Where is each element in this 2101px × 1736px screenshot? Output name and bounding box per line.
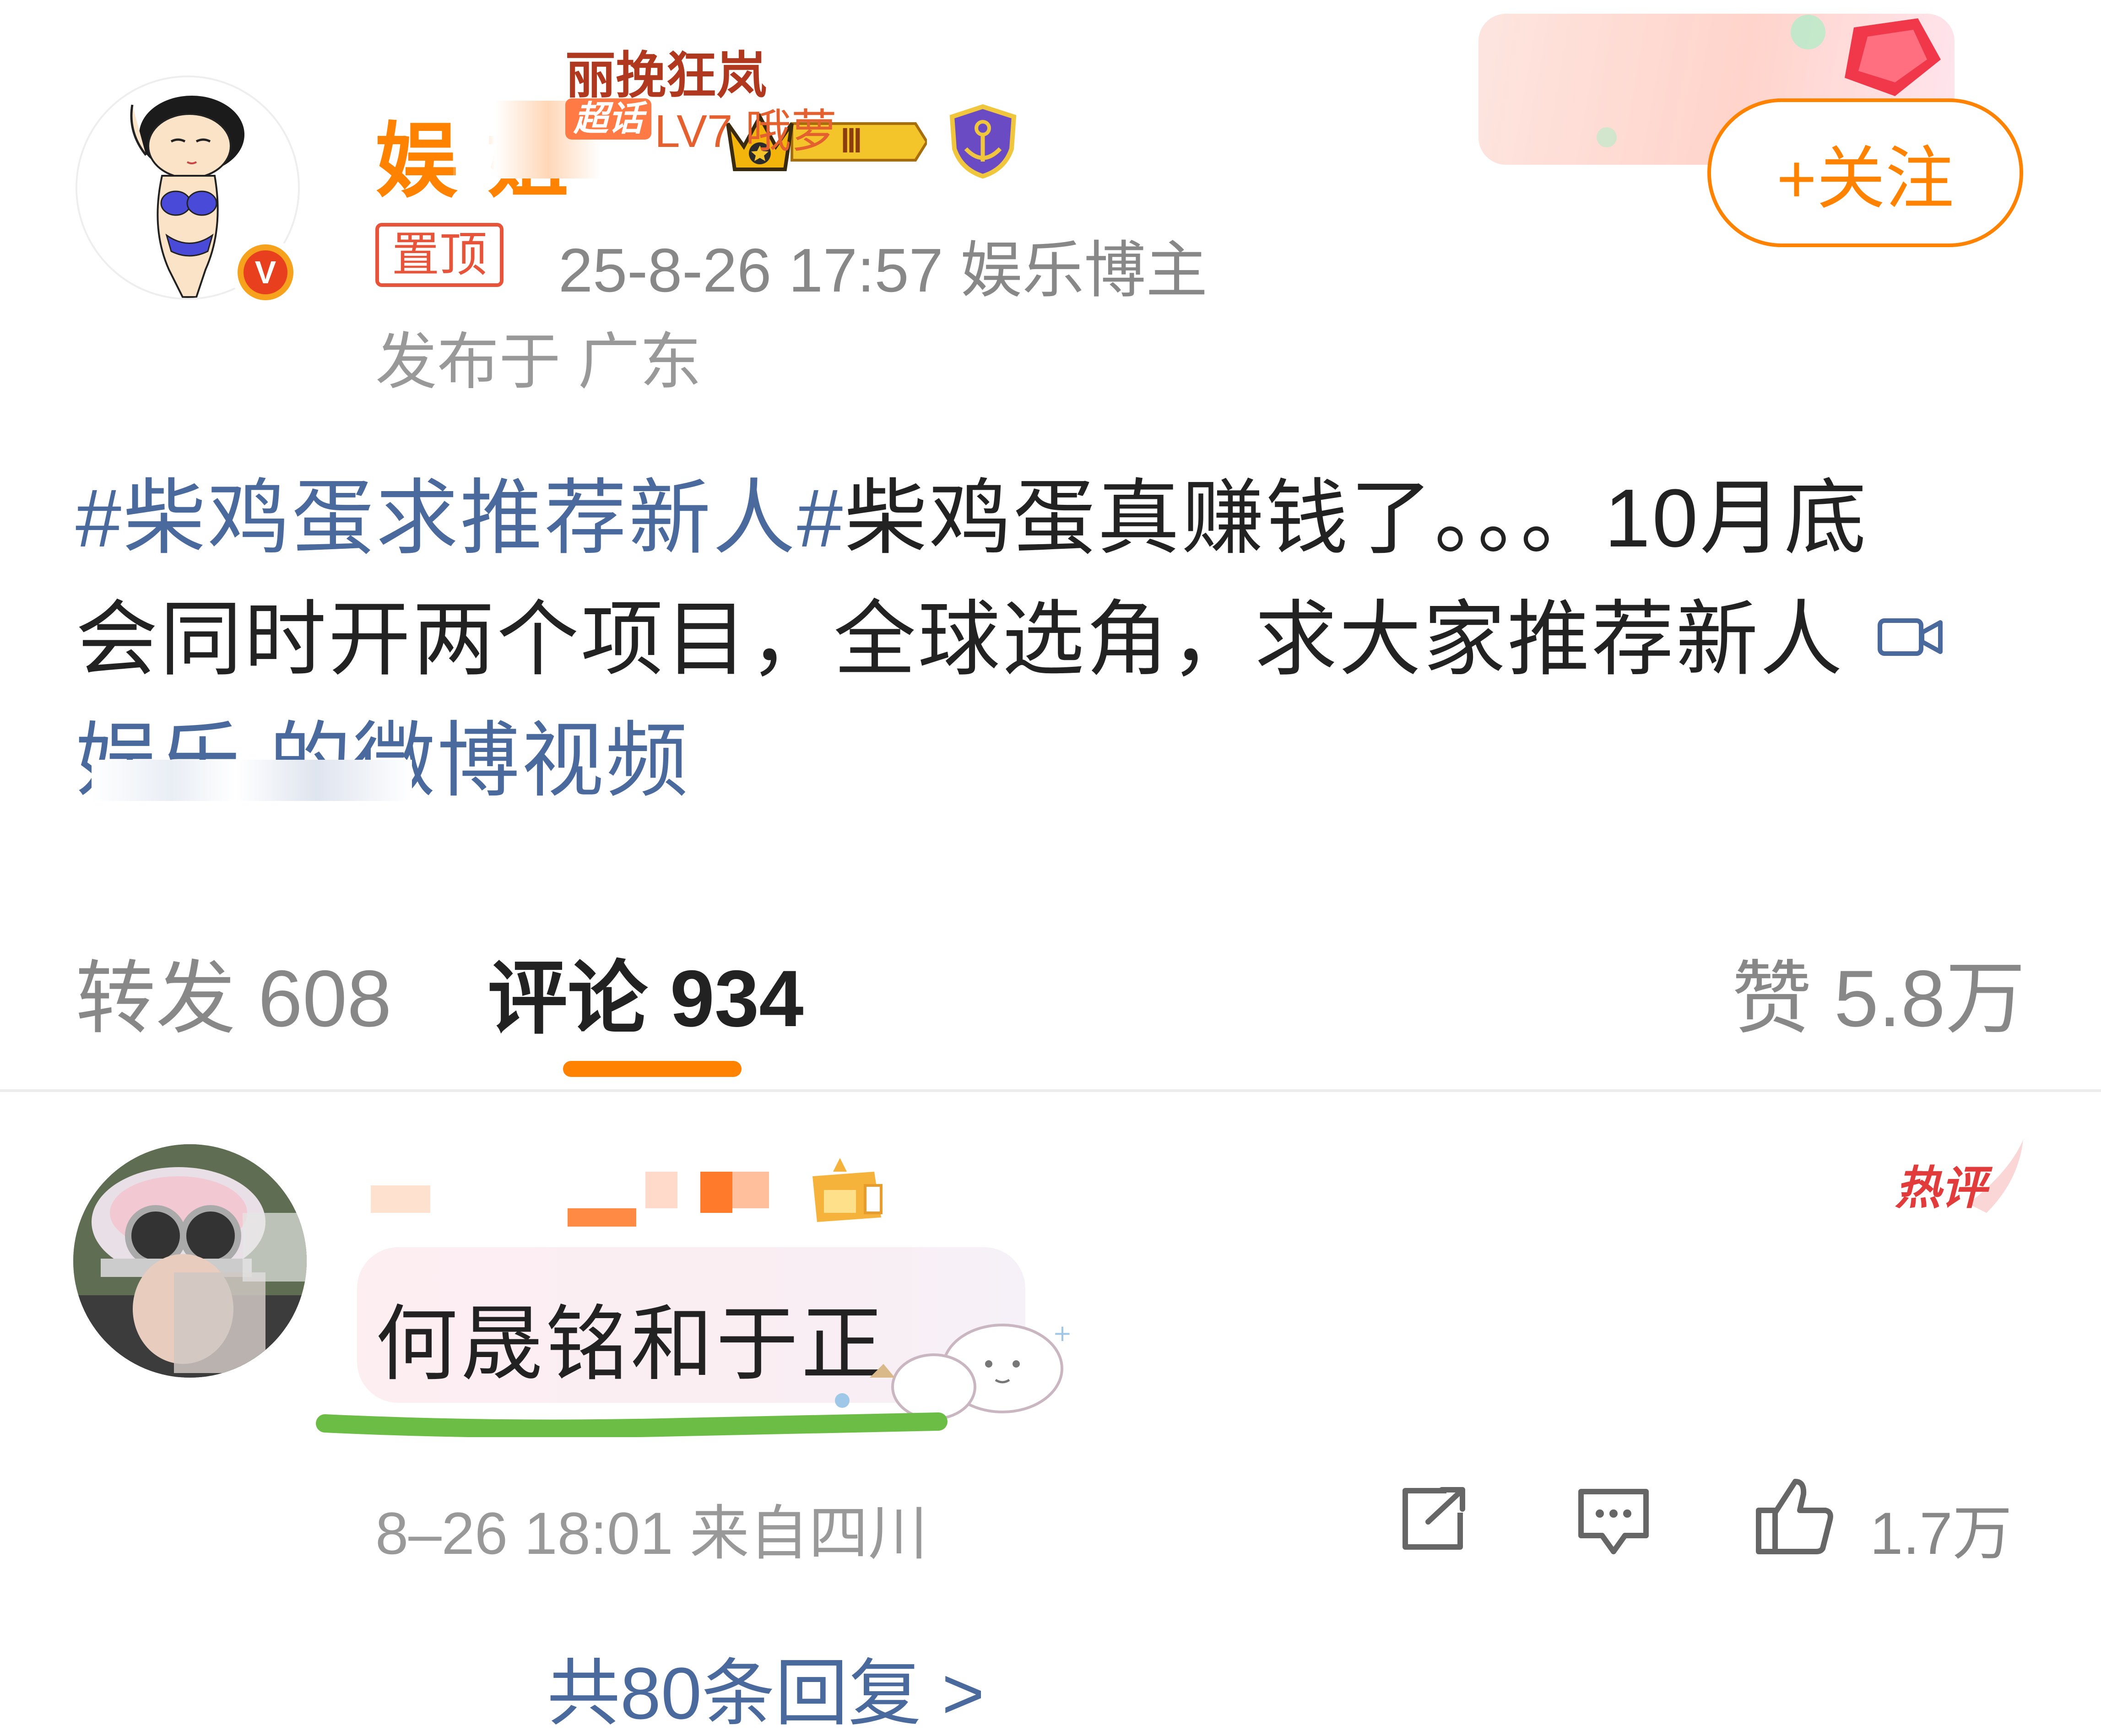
anchor-shield-badge[interactable] xyxy=(945,103,1021,178)
hot-comment-badge: 热评 xyxy=(1895,1140,2023,1214)
section-divider xyxy=(0,1089,2101,1092)
pinned-tag: 置顶 xyxy=(375,223,504,287)
supertopic-level: LV7 哦萝 xyxy=(655,106,837,157)
comment-meta: 8–26 18:01 来自四川 xyxy=(375,1500,928,1567)
follow-label: +关注 xyxy=(1776,140,1954,217)
video-camera-icon[interactable] xyxy=(1876,611,1945,662)
redacted-commenter-name xyxy=(371,1172,783,1227)
green-highlight-underline xyxy=(316,1412,948,1437)
tab-repost[interactable]: 转发 608 xyxy=(76,934,392,1049)
post-tabs: 转发 608 评论 934 赞 5.8万 xyxy=(76,934,2025,1044)
svg-text:Ⅲ: Ⅲ xyxy=(840,124,862,159)
tab-like[interactable]: 赞 5.8万 xyxy=(1732,934,2025,1049)
share-icon[interactable] xyxy=(1396,1485,1469,1554)
view-replies-link[interactable]: 共80条回复 > xyxy=(547,1634,985,1736)
post-text-line2: 会同时开两个项目，全球选角，求大家推荐新人 xyxy=(76,594,1845,686)
comment-icon[interactable] xyxy=(1575,1485,1652,1558)
verified-v-icon: V xyxy=(231,238,300,307)
red-gem-icon xyxy=(1845,18,1941,96)
post-text-line1: 柴鸡蛋真赚钱了。。。10月底 xyxy=(845,472,1868,564)
post-meta: 25-8-26 17:57 娱乐博主 xyxy=(558,236,1208,305)
redacted-link-blur xyxy=(92,760,412,801)
post-location: 发布于 广东 xyxy=(375,327,702,396)
user-level-badge xyxy=(812,1158,883,1222)
helmet-person-photo xyxy=(73,1144,307,1378)
supertopic-tag: 超话 xyxy=(565,98,651,140)
thumbs-up-icon[interactable] xyxy=(1753,1476,1836,1556)
hot-badge-label: 热评 xyxy=(1895,1163,1993,1214)
hashtag-link[interactable]: #柴鸡蛋求推荐新人# xyxy=(76,472,845,564)
svg-text:+: + xyxy=(1053,1320,1071,1347)
follow-button[interactable]: +关注 xyxy=(1707,98,2023,247)
active-tab-indicator xyxy=(563,1061,742,1077)
tab-comment[interactable]: 评论 934 xyxy=(487,934,804,1049)
comment-text[interactable]: 何晟铭和于正 xyxy=(375,1277,886,1396)
commenter-avatar[interactable] xyxy=(73,1144,307,1378)
like-count: 1.7万 xyxy=(1870,1500,2012,1567)
